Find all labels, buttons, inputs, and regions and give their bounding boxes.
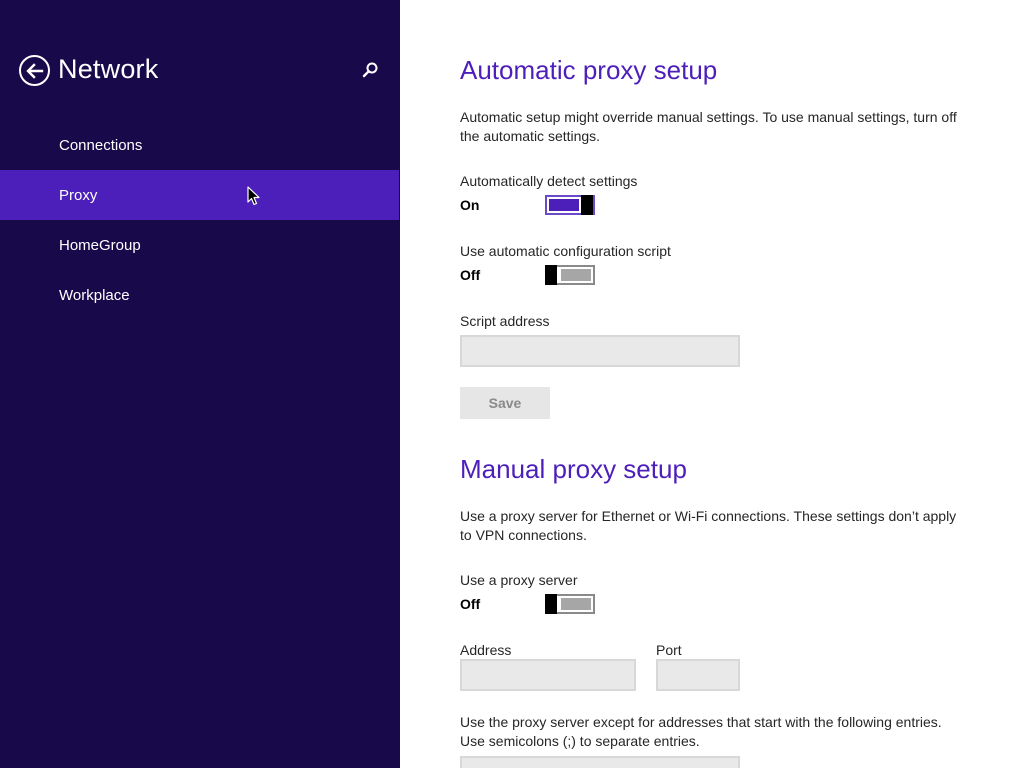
sidebar-item-label: Proxy <box>59 186 98 204</box>
use-proxy-label: Use a proxy server <box>460 572 578 588</box>
script-address-input[interactable] <box>460 335 740 367</box>
toggle-fill <box>549 199 579 211</box>
use-proxy-state: Off <box>460 596 481 612</box>
manual-proxy-description: Use a proxy server for Ethernet or Wi-Fi… <box>460 508 957 543</box>
save-button[interactable]: Save <box>460 387 550 419</box>
exceptions-description: Use the proxy server except for addresse… <box>460 714 942 749</box>
sidebar-item-homegroup[interactable]: HomeGroup <box>0 220 399 270</box>
back-button[interactable] <box>19 55 50 86</box>
toggle-thumb <box>581 195 593 215</box>
sidebar-item-proxy[interactable]: Proxy <box>0 170 399 220</box>
sidebar-item-label: Workplace <box>59 286 130 304</box>
toggle-thumb <box>545 594 557 614</box>
sidebar-item-label: Connections <box>59 136 143 154</box>
main-content: Automatic proxy setup Automatic setup mi… <box>400 0 1024 768</box>
port-label: Port <box>656 642 682 658</box>
script-address-label: Script address <box>460 313 550 329</box>
sidebar-nav: Connections Proxy HomeGroup Workplace <box>0 120 399 320</box>
exceptions-input[interactable] <box>460 756 740 768</box>
sidebar: Network Connections Proxy HomeGroup Work… <box>0 0 400 768</box>
detect-settings-toggle[interactable] <box>545 195 595 215</box>
port-input[interactable] <box>656 659 740 691</box>
toggle-fill <box>561 269 591 281</box>
back-arrow-icon <box>25 62 43 79</box>
detect-settings-state: On <box>460 197 480 213</box>
toggle-thumb <box>545 265 557 285</box>
settings-window: Network Connections Proxy HomeGroup Work… <box>0 0 1024 768</box>
config-script-state: Off <box>460 267 481 283</box>
automatic-proxy-description: Automatic setup might override manual se… <box>460 109 957 144</box>
use-proxy-toggle[interactable] <box>545 594 595 614</box>
sidebar-item-workplace[interactable]: Workplace <box>0 270 399 320</box>
address-input[interactable] <box>460 659 636 691</box>
manual-proxy-heading: Manual proxy setup <box>460 454 687 484</box>
address-label: Address <box>460 642 512 658</box>
search-icon[interactable] <box>361 61 379 79</box>
config-script-toggle[interactable] <box>545 265 595 285</box>
detect-settings-label: Automatically detect settings <box>460 173 638 189</box>
sidebar-item-connections[interactable]: Connections <box>0 120 399 170</box>
automatic-proxy-heading: Automatic proxy setup <box>460 55 718 85</box>
config-script-label: Use automatic configuration script <box>460 243 671 259</box>
toggle-fill <box>561 598 591 610</box>
page-title: Network <box>58 54 159 84</box>
sidebar-item-label: HomeGroup <box>59 236 141 254</box>
